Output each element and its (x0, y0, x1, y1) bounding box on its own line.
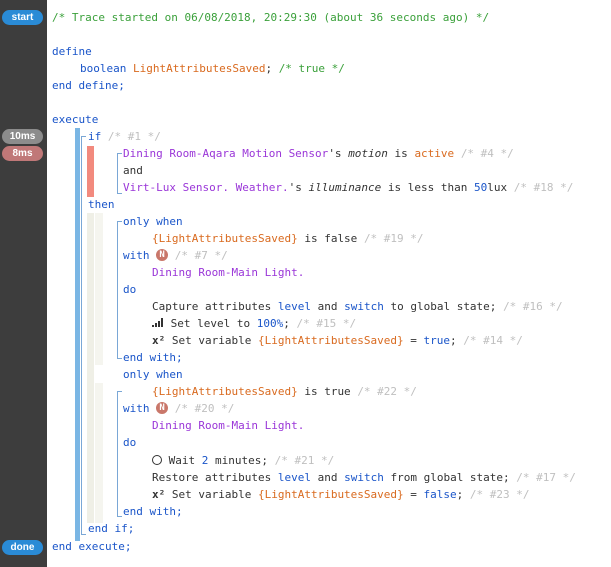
restore-attributes-action: Restore attributes level and switch from… (152, 471, 576, 484)
only-when-keyword-1: only when (123, 215, 183, 228)
device-main-light-1: Dining Room-Main Light. (152, 266, 305, 279)
then-keyword: then (88, 198, 115, 211)
only-when-condition-1: {LightAttributesSaved} is false /* #19 *… (152, 232, 424, 245)
end-if-keyword: end if; (88, 522, 135, 535)
clock-icon (152, 455, 162, 465)
device-main-light-2: Dining Room-Main Light. (152, 419, 305, 432)
timing-gutter: start 10ms 8ms done (0, 0, 47, 567)
end-execute-keyword: end execute; (52, 540, 132, 553)
end-with-keyword-2: end with; (123, 505, 183, 518)
condition-motion: Dining Room-Aqara Motion Sensor's motion… (123, 147, 514, 160)
piston-code-view: /* Trace started on 06/08/2018, 20:29:30… (47, 0, 611, 567)
if-statement: if /* #1 */ (88, 130, 161, 143)
set-variable-action-1: x² Set variable {LightAttributesSaved} =… (152, 334, 523, 347)
end-with-keyword-1: end with; (123, 351, 183, 364)
only-when-keyword-2: only when (123, 368, 183, 381)
variable-x2-icon: x² (152, 334, 166, 347)
with-statement-1: with N /* #7 */ (123, 249, 228, 262)
n-badge-icon: N (156, 249, 169, 261)
with-statement-2: with N /* #20 */ (123, 402, 235, 415)
then-block-bar (87, 213, 94, 523)
variable-declaration: boolean LightAttributesSaved; /* true */ (80, 62, 345, 75)
set-level-action: Set level to 100%; /* #15 */ (152, 315, 356, 332)
only-when-condition-2: {LightAttributesSaved} is true /* #22 */ (152, 385, 417, 398)
if-condition-true-bar (87, 146, 94, 197)
execute-keyword: execute (52, 113, 99, 126)
and-operator: and (123, 164, 143, 177)
condition-illuminance: Virt-Lux Sensor. Weather.'s illuminance … (123, 181, 574, 194)
variable-x2-icon: x² (152, 488, 166, 501)
wait-action: Wait 2 minutes; /* #21 */ (152, 452, 334, 469)
do-keyword-1: do (123, 283, 137, 296)
only-when-2-bracket (117, 391, 122, 517)
capture-attributes-action: Capture attributes level and switch to g… (152, 300, 563, 313)
condition-bracket (117, 153, 122, 194)
timing-badge-10ms: 10ms (2, 129, 43, 144)
n-badge-icon: N (156, 402, 169, 414)
timing-badge-8ms: 8ms (2, 146, 43, 161)
set-variable-action-2: x² Set variable {LightAttributesSaved} =… (152, 488, 530, 501)
trace-comment: /* Trace started on 06/08/2018, 20:29:30… (52, 11, 490, 24)
end-define-keyword: end define; (52, 79, 125, 92)
start-badge: start (2, 10, 43, 25)
done-badge: done (2, 540, 43, 555)
only-when-1-bracket (117, 221, 122, 359)
if-bracket (81, 136, 86, 535)
define-keyword: define (52, 45, 92, 58)
do-keyword-2: do (123, 436, 137, 449)
signal-bars-icon (152, 318, 163, 327)
only-when-2-bar (95, 383, 103, 523)
only-when-1-bar (95, 213, 103, 365)
execute-block-bar (75, 128, 80, 541)
